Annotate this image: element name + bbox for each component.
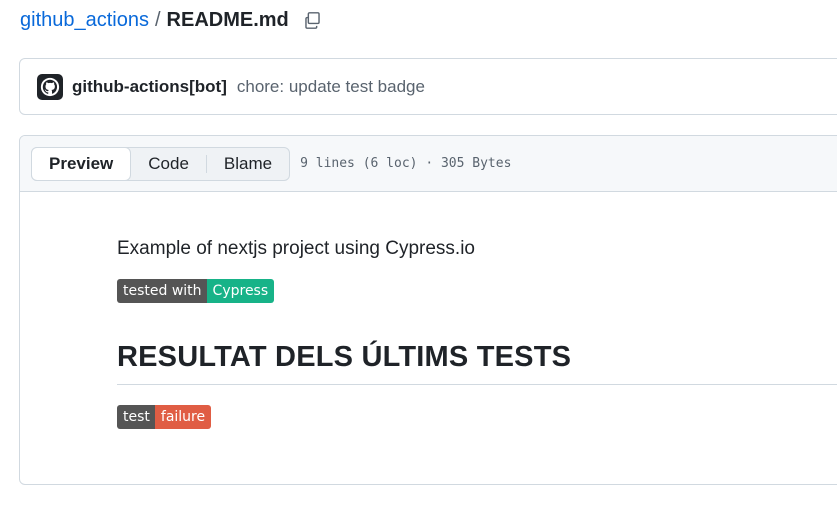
tab-preview[interactable]: Preview [31, 146, 132, 181]
file-viewer: Preview Code Blame 9 lines (6 loc) · 305… [19, 135, 837, 485]
readme-intro: Example of nextjs project using Cypress.… [117, 238, 475, 259]
commit-author[interactable]: github-actions[bot] [72, 77, 227, 97]
badge-value: failure [154, 405, 212, 429]
readme-heading: RESULTAT DELS ÚLTIMS TESTS [117, 341, 837, 385]
breadcrumb-separator: / [154, 8, 161, 31]
avatar[interactable] [37, 73, 63, 100]
breadcrumb: github_actions / README.md [20, 7, 323, 33]
view-mode-toggle: Preview Code Blame [31, 146, 291, 181]
file-header: Preview Code Blame 9 lines (6 loc) · 305… [20, 136, 837, 192]
breadcrumb-repo-link[interactable]: github_actions [20, 9, 149, 32]
github-logo-icon [40, 77, 60, 96]
copy-path-button[interactable] [303, 10, 323, 30]
cypress-badge[interactable]: tested with Cypress [117, 279, 275, 303]
badge-label: test [117, 405, 155, 429]
tab-code[interactable]: Code [131, 148, 206, 180]
test-status-badge[interactable]: test failure [117, 405, 212, 429]
breadcrumb-file-name: README.md [166, 8, 289, 31]
readme-content: Example of nextjs project using Cypress.… [20, 192, 837, 429]
badge-value: Cypress [206, 279, 275, 303]
latest-commit-bar: github-actions[bot] chore: update test b… [19, 58, 837, 115]
tab-blame[interactable]: Blame [207, 148, 289, 180]
commit-message[interactable]: chore: update test badge [237, 77, 425, 97]
file-metadata: 9 lines (6 loc) · 305 Bytes [300, 156, 512, 171]
copy-icon [305, 11, 321, 29]
badge-label: tested with [117, 279, 207, 303]
